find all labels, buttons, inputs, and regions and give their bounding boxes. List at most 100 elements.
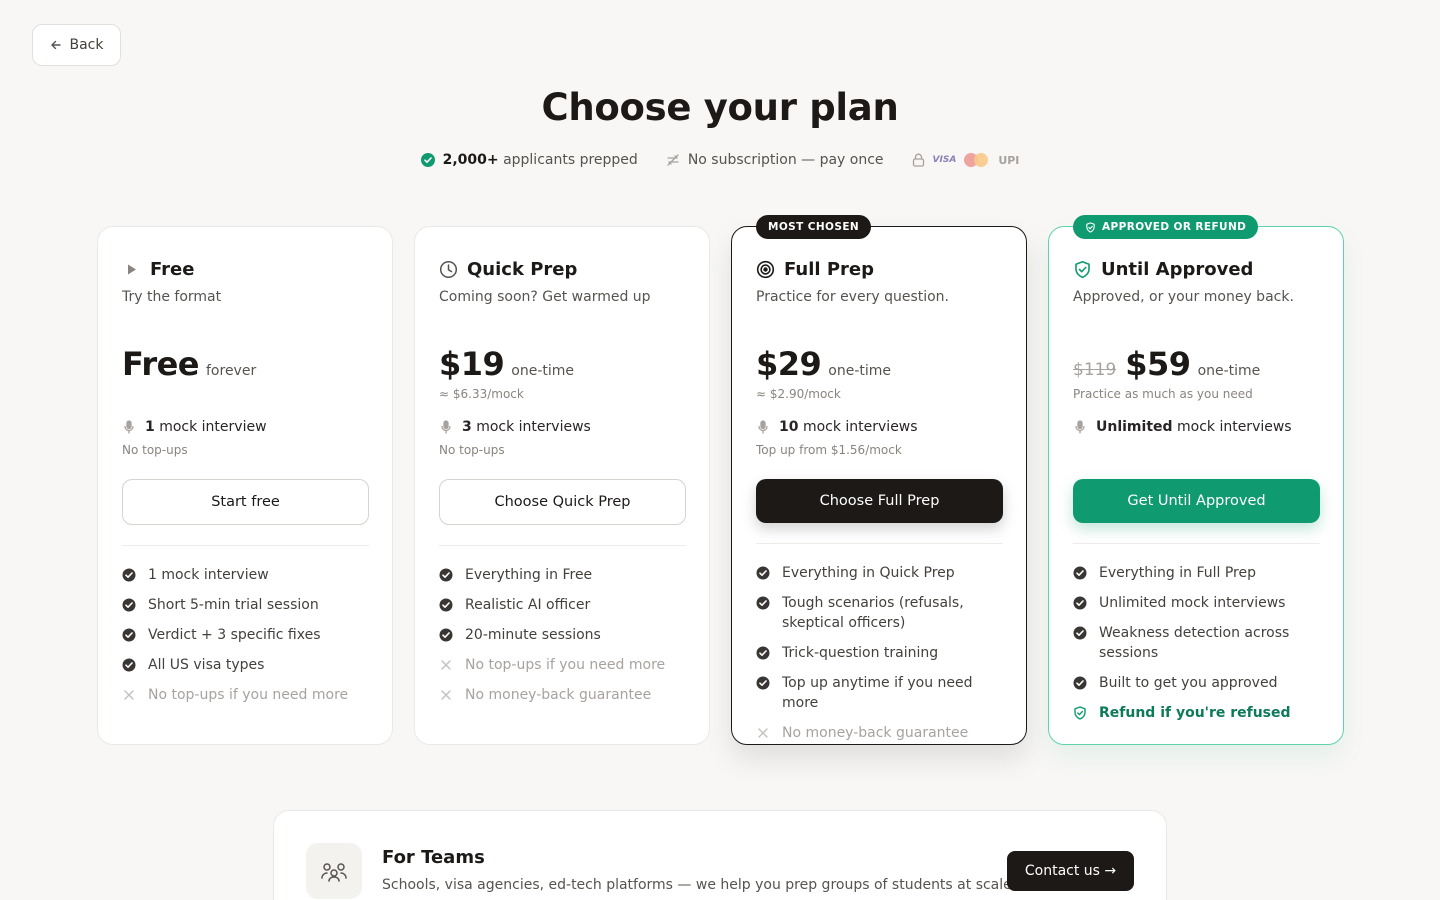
subscription-text: No subscription — pay once [687, 152, 884, 168]
target-icon [756, 260, 775, 279]
feature-item: Everything in Quick Prep [756, 563, 1006, 583]
teams-section: For Teams Schools, visa agencies, ed-tec… [273, 810, 1167, 900]
check-circle-icon [1073, 626, 1087, 640]
mocks-count-row: 3 mock interviews [439, 419, 591, 435]
x-icon [758, 728, 768, 738]
plan-subtitle: Approved, or your money back. [1073, 289, 1294, 305]
check-circle-icon [756, 676, 770, 690]
per-mock-price: ≈ $2.90/mock [756, 387, 841, 401]
feature-item-excluded: No top-ups if you need more [122, 685, 372, 705]
feature-item: Unlimited mock interviews [1073, 593, 1323, 613]
back-label: Back [69, 37, 104, 53]
x-icon [441, 690, 451, 700]
price-suffix: one-time [828, 363, 892, 379]
check-circle-icon [756, 646, 770, 660]
arrow-left-icon [50, 40, 61, 50]
price-suffix: one-time [511, 363, 575, 379]
plan-price: Free [122, 345, 200, 383]
plan-subtitle: Practice for every question. [756, 289, 950, 305]
feature-list: 1 mock interview Short 5-min trial sessi… [122, 565, 372, 715]
visa-logo: VISA [932, 155, 957, 165]
feature-item: Built to get you approved [1073, 673, 1323, 693]
mocks-count-row: 1 mock interview [122, 419, 267, 435]
feature-item: Everything in Free [439, 565, 689, 585]
feature-list: Everything in Quick Prep Tough scenarios… [756, 563, 1006, 753]
approved-or-refund-badge: APPROVED OR REFUND [1073, 215, 1259, 239]
topup-note: No top-ups [439, 443, 505, 457]
play-icon [128, 264, 136, 275]
price-suffix: forever [206, 363, 257, 379]
divider [1073, 543, 1320, 544]
feature-item-excluded: No money-back guarantee [756, 723, 1006, 743]
feature-item: Short 5-min trial session [122, 595, 372, 615]
feature-item-excluded: No money-back guarantee [439, 685, 689, 705]
check-circle-icon [1073, 596, 1087, 610]
subscription-note: No subscription — pay once [666, 152, 884, 168]
microphone-icon [1075, 420, 1085, 434]
feature-item: All US visa types [122, 655, 372, 675]
mocks-count: 1 [145, 419, 155, 435]
x-icon [124, 690, 134, 700]
check-circle-icon [439, 568, 453, 582]
feature-item: Verdict + 3 specific fixes [122, 625, 372, 645]
check-circle-icon [439, 628, 453, 642]
microphone-icon [758, 420, 768, 434]
plan-name: Until Approved [1101, 259, 1254, 280]
feature-list: Everything in Full Prep Unlimited mock i… [1073, 563, 1323, 733]
feature-item: Top up anytime if you need more [756, 673, 1006, 713]
mocks-label: mock interviews [802, 419, 918, 435]
plan-subtitle: Try the format [122, 289, 222, 305]
microphone-icon [441, 420, 451, 434]
divider [439, 545, 686, 546]
microphone-icon [124, 420, 134, 434]
contact-us-button[interactable]: Contact us → [1007, 851, 1134, 891]
most-chosen-badge: MOST CHOSEN [756, 215, 872, 239]
per-mock-price: ≈ $6.33/mock [439, 387, 524, 401]
plan-card-quick-prep: Quick Prep Coming soon? Get warmed up $1… [414, 226, 710, 745]
users-group-icon [321, 863, 347, 882]
feature-item: Tough scenarios (refusals, skeptical off… [756, 593, 1006, 633]
mocks-count-row: 10 mock interviews [756, 419, 918, 435]
choose-quick-prep-button[interactable]: Choose Quick Prep [439, 479, 686, 525]
mastercard-logo [964, 153, 990, 167]
check-circle-icon [122, 598, 136, 612]
teams-title: For Teams [382, 847, 485, 868]
plan-card-until-approved: APPROVED OR REFUND Until Approved Approv… [1048, 215, 1344, 745]
feature-item: Realistic AI officer [439, 595, 689, 615]
start-free-button[interactable]: Start free [122, 479, 369, 525]
plan-price: $59 [1125, 345, 1191, 383]
plan-name: Quick Prep [467, 259, 578, 280]
divider [756, 543, 1003, 544]
feature-item-refund: Refund if you're refused [1073, 703, 1323, 723]
applicants-text: applicants prepped [503, 152, 638, 168]
per-mock-price: Practice as much as you need [1073, 387, 1253, 401]
choose-full-prep-button[interactable]: Choose Full Prep [756, 479, 1003, 523]
feature-item-excluded: No top-ups if you need more [439, 655, 689, 675]
plan-card-full-prep: MOST CHOSEN Full Prep Practice for every… [731, 215, 1027, 745]
mocks-count: Unlimited [1096, 419, 1173, 435]
mocks-count-row: Unlimited mock interviews [1073, 419, 1292, 435]
applicants-count: 2,000+ [442, 152, 499, 168]
repeat-icon [667, 154, 679, 166]
shield-check-icon [1074, 706, 1086, 720]
check-circle-icon [420, 153, 435, 167]
shield-check-icon [1075, 261, 1090, 279]
back-button[interactable]: Back [32, 24, 121, 66]
mocks-label: mock interviews [1176, 419, 1292, 435]
feature-item: Trick-question training [756, 643, 1006, 663]
get-until-approved-button[interactable]: Get Until Approved [1073, 479, 1320, 523]
trust-bar: 2,000+ applicants prepped No subscriptio… [0, 148, 1440, 172]
feature-list: Everything in Free Realistic AI officer … [439, 565, 689, 715]
mocks-count: 3 [462, 419, 472, 435]
check-circle-icon [756, 566, 770, 580]
plan-name: Full Prep [784, 259, 874, 280]
plan-name: Free [150, 259, 195, 280]
page-title: Choose your plan [541, 86, 899, 129]
plan-price: $29 [756, 345, 822, 383]
teams-description: Schools, visa agencies, ed-tech platform… [382, 877, 1017, 893]
check-circle-icon [1073, 566, 1087, 580]
check-circle-icon [1073, 676, 1087, 690]
mocks-label: mock interviews [476, 419, 591, 435]
original-price: $119 [1073, 360, 1117, 380]
price-suffix: one-time [1197, 363, 1261, 379]
